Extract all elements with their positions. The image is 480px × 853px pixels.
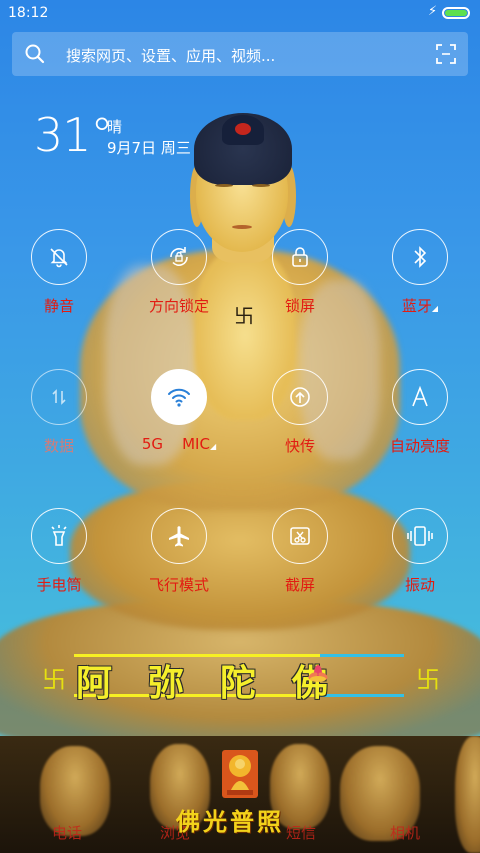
toggle-vibrate[interactable]: 振动 (360, 508, 480, 595)
swastika-right-symbol: 卐 (416, 666, 440, 694)
airplane-button[interactable] (151, 508, 207, 564)
screenshot-button[interactable] (272, 508, 328, 564)
flashlight-icon (51, 525, 67, 546)
rotation-lock-button[interactable] (151, 229, 207, 285)
auto-brightness-button[interactable] (392, 369, 448, 425)
quick-transfer-icon (290, 387, 310, 407)
mobile-data-icon (52, 389, 66, 405)
toggle-label: 自动亮度 (389, 437, 450, 455)
toggle-label: 截屏 (284, 576, 315, 594)
airplane-icon (169, 526, 189, 547)
toggle-mobile-data[interactable]: 数据 (0, 369, 119, 456)
wifi-label: 5G MIC (141, 435, 210, 453)
weather-condition: 晴 (107, 118, 123, 136)
lock-icon (292, 247, 308, 267)
search-icon (25, 44, 45, 64)
toggle-airplane[interactable]: 飞行模式 (119, 508, 239, 595)
toggle-bluetooth[interactable]: 蓝牙◢ (360, 229, 480, 316)
bluetooth-label: 蓝牙 (401, 297, 432, 315)
dock-center-title: 佛光普照 (176, 807, 284, 836)
toggle-screenshot[interactable]: 截屏 (240, 508, 360, 595)
dock-app-phone[interactable]: 电话 (52, 822, 82, 843)
buddha-app-icon[interactable] (222, 750, 258, 798)
toggle-flashlight[interactable]: 手电筒 (0, 508, 119, 595)
toggle-label: 数据 (43, 437, 74, 455)
dock: 电话 浏览 短信 相机 佛光普照 (0, 736, 480, 853)
lotus-icon (308, 665, 328, 682)
lock-screen-button[interactable] (272, 229, 328, 285)
screenshot-icon (290, 527, 310, 545)
vibrate-button[interactable] (392, 508, 448, 564)
search-placeholder: 搜索网页、设置、应用、视频... (66, 47, 276, 65)
search-bar[interactable]: 搜索网页、设置、应用、视频... (12, 32, 468, 76)
battery-icon (442, 7, 470, 19)
wifi-icon (168, 388, 190, 407)
weather-date: 9月7日 周三 (107, 139, 191, 157)
toggle-quick-transfer[interactable]: 快传 (240, 369, 360, 456)
wifi-button[interactable] (151, 369, 207, 425)
mobile-data-button[interactable] (31, 369, 87, 425)
bluetooth-button[interactable] (392, 229, 448, 285)
toggle-label: 锁屏 (284, 297, 315, 315)
swastika-left-symbol: 卐 (42, 666, 66, 694)
scan-icon[interactable] (436, 44, 456, 64)
rotation-lock-icon (170, 247, 188, 267)
toggle-label: 振动 (404, 576, 435, 594)
bluetooth-icon (414, 246, 427, 268)
charging-icon: ⚡ (428, 4, 438, 19)
toggle-label: 静音 (43, 297, 74, 315)
toggle-lock-screen[interactable]: 锁屏 (240, 229, 360, 316)
dock-app-messages[interactable]: 短信 (286, 822, 316, 843)
bell-off-icon (50, 248, 68, 268)
toggle-label: 飞行模式 (148, 576, 209, 594)
flashlight-button[interactable] (31, 508, 87, 564)
weather-temperature: 31° (34, 108, 114, 162)
status-time: 18:12 (8, 5, 49, 21)
amitabha-banner: 卐 阿弥陀佛 卐 (0, 652, 480, 704)
quick-transfer-button[interactable] (272, 369, 328, 425)
toggle-label: 快传 (284, 437, 315, 455)
vibrate-icon (407, 526, 433, 546)
toggle-auto-brightness[interactable]: 自动亮度 (360, 369, 480, 456)
status-bar: 18:12 ⚡ (0, 0, 480, 28)
more-indicator-icon: ◢ (431, 304, 439, 313)
toggle-rotation-lock[interactable]: 方向锁定 (119, 229, 239, 316)
toggle-label: 手电筒 (36, 576, 82, 594)
toggle-silent[interactable]: 静音 (0, 229, 119, 316)
toggle-label: 蓝牙◢ (360, 295, 480, 316)
toggle-label: 方向锁定 (148, 297, 209, 315)
auto-brightness-icon (412, 385, 428, 407)
dock-app-camera[interactable]: 相机 (390, 822, 420, 843)
toggle-wifi[interactable]: 5G MIC◢ (119, 369, 239, 453)
toggle-label: 5G MIC◢ (119, 435, 239, 453)
buddha-figure-image (455, 736, 480, 853)
more-indicator-icon: ◢ (209, 442, 217, 451)
silent-button[interactable] (31, 229, 87, 285)
